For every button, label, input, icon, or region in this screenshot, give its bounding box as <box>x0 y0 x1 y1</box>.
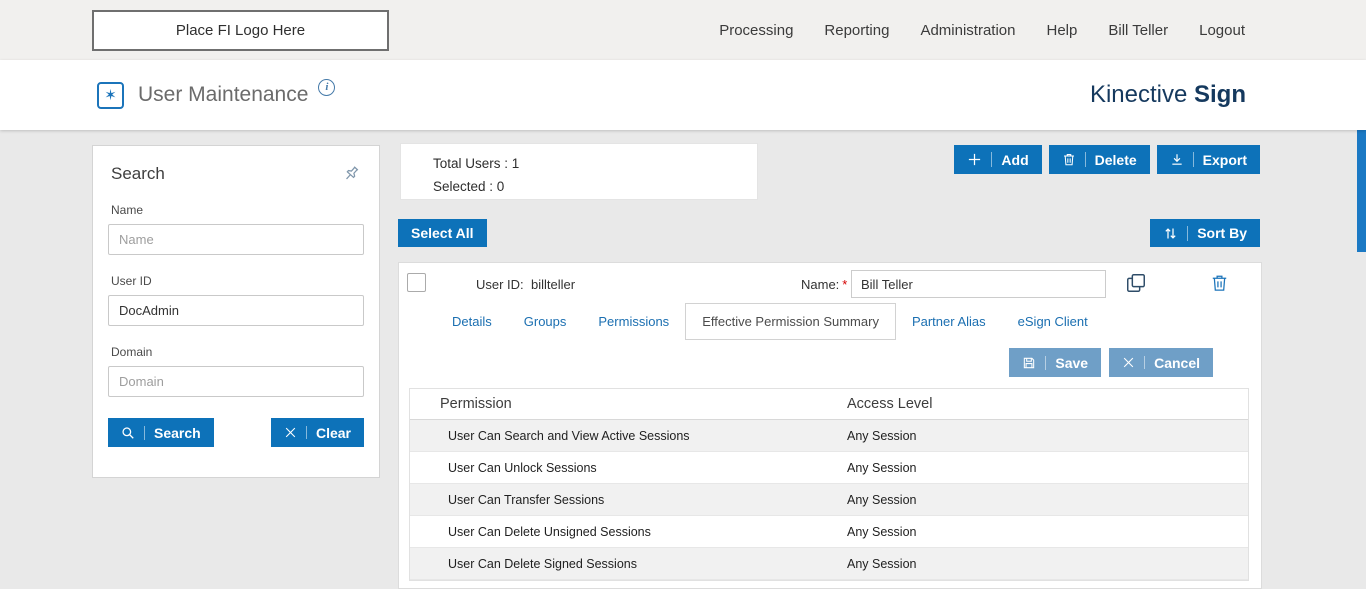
table-row: User Can Delete Signed Sessions Any Sess… <box>410 548 1248 580</box>
permission-column-header: Permission <box>410 396 847 412</box>
permissions-table: Permission Access Level User Can Search … <box>409 388 1249 581</box>
search-panel-title: Search <box>111 164 165 184</box>
main-content: Search Name User ID Domain Search Clear <box>0 130 1366 589</box>
fi-logo-placeholder: Place FI Logo Here <box>92 10 389 51</box>
pin-icon[interactable] <box>337 160 365 188</box>
permission-cell: User Can Delete Unsigned Sessions <box>410 525 847 539</box>
tab-groups[interactable]: Groups <box>508 303 583 340</box>
table-row: User Can Search and View Active Sessions… <box>410 420 1248 452</box>
domain-label: Domain <box>111 345 361 359</box>
tab-details[interactable]: Details <box>436 303 508 340</box>
nav-help[interactable]: Help <box>1047 22 1078 39</box>
nav-processing[interactable]: Processing <box>719 22 793 39</box>
tab-effective-permission-summary[interactable]: Effective Permission Summary <box>685 303 896 340</box>
cancel-x-icon <box>1122 356 1145 369</box>
sort-by-button[interactable]: Sort By <box>1150 219 1260 247</box>
nav-user-bill-teller[interactable]: Bill Teller <box>1108 22 1168 39</box>
permissions-table-body: User Can Search and View Active Sessions… <box>410 420 1248 580</box>
page-header: ✶ User Maintenance i Kinective Sign <box>0 60 1366 130</box>
app-logo-icon: ✶ <box>97 82 124 109</box>
access-level-cell: Any Session <box>847 429 916 443</box>
action-buttons: Add Delete Export <box>954 145 1260 174</box>
select-all-button[interactable]: Select All <box>398 219 487 247</box>
table-row: User Can Transfer Sessions Any Session <box>410 484 1248 516</box>
table-row: User Can Unlock Sessions Any Session <box>410 452 1248 484</box>
search-icon <box>121 426 145 440</box>
user-id-field-label: User ID: <box>476 277 524 292</box>
brand-name: Kinective <box>1090 81 1187 108</box>
tab-esign-client[interactable]: eSign Client <box>1002 303 1104 340</box>
access-level-cell: Any Session <box>847 461 916 475</box>
access-level-column-header: Access Level <box>847 396 932 412</box>
save-cancel-row: Save Cancel <box>399 348 1261 377</box>
required-marker: * <box>842 277 847 292</box>
tab-permissions[interactable]: Permissions <box>582 303 685 340</box>
permission-cell: User Can Transfer Sessions <box>410 493 847 507</box>
name-input[interactable] <box>108 224 364 255</box>
total-users-text: Total Users : 1 <box>433 152 757 175</box>
user-id-label: User ID <box>111 274 361 288</box>
table-row: User Can Delete Unsigned Sessions Any Se… <box>410 516 1248 548</box>
export-button[interactable]: Export <box>1157 145 1260 174</box>
delete-button[interactable]: Delete <box>1049 145 1150 174</box>
user-tabs: Details Groups Permissions Effective Per… <box>436 303 1261 340</box>
user-name-input[interactable] <box>851 270 1106 298</box>
add-button[interactable]: Add <box>954 145 1041 174</box>
user-checkbox[interactable] <box>407 273 426 292</box>
info-icon[interactable]: i <box>318 79 335 96</box>
scrollbar-thumb[interactable] <box>1357 130 1366 252</box>
search-button[interactable]: Search <box>108 418 214 447</box>
plus-icon <box>967 152 992 167</box>
name-label: Name <box>111 203 361 217</box>
clear-x-icon <box>284 426 307 439</box>
search-panel: Search Name User ID Domain Search Clear <box>92 145 380 478</box>
access-level-cell: Any Session <box>847 525 916 539</box>
sort-arrows-icon <box>1163 226 1188 241</box>
brand-product: Sign <box>1194 81 1246 108</box>
top-bar: Place FI Logo Here Processing Reporting … <box>0 0 1366 60</box>
access-level-cell: Any Session <box>847 493 916 507</box>
permission-cell: User Can Search and View Active Sessions <box>410 429 847 443</box>
trash-icon <box>1062 152 1086 167</box>
totals-summary: Total Users : 1 Selected : 0 <box>400 143 758 200</box>
save-button[interactable]: Save <box>1009 348 1101 377</box>
permission-cell: User Can Delete Signed Sessions <box>410 557 847 571</box>
permissions-table-header: Permission Access Level <box>410 389 1248 420</box>
page-scrollbar <box>1357 130 1366 589</box>
domain-input[interactable] <box>108 366 364 397</box>
save-icon <box>1022 356 1046 370</box>
cancel-button[interactable]: Cancel <box>1109 348 1213 377</box>
user-card: User ID: billteller Name:* Details Group… <box>398 262 1262 589</box>
brand-logo: Kinective Sign <box>1090 81 1246 109</box>
page-title: User Maintenance <box>138 83 308 107</box>
permission-cell: User Can Unlock Sessions <box>410 461 847 475</box>
clear-button[interactable]: Clear <box>271 418 364 447</box>
nav-administration[interactable]: Administration <box>920 22 1015 39</box>
tab-partner-alias[interactable]: Partner Alias <box>896 303 1002 340</box>
top-nav: Processing Reporting Administration Help… <box>719 22 1245 39</box>
download-icon <box>1170 152 1194 167</box>
selected-count-text: Selected : 0 <box>433 175 757 198</box>
access-level-cell: Any Session <box>847 557 916 571</box>
user-id-value: billteller <box>531 277 575 292</box>
name-field-label: Name:* <box>801 277 847 292</box>
copy-user-icon[interactable] <box>1125 272 1147 294</box>
user-row: User ID: billteller Name:* <box>399 263 1261 303</box>
nav-logout[interactable]: Logout <box>1199 22 1245 39</box>
nav-reporting[interactable]: Reporting <box>824 22 889 39</box>
delete-user-icon[interactable] <box>1210 273 1229 293</box>
user-id-input[interactable] <box>108 295 364 326</box>
